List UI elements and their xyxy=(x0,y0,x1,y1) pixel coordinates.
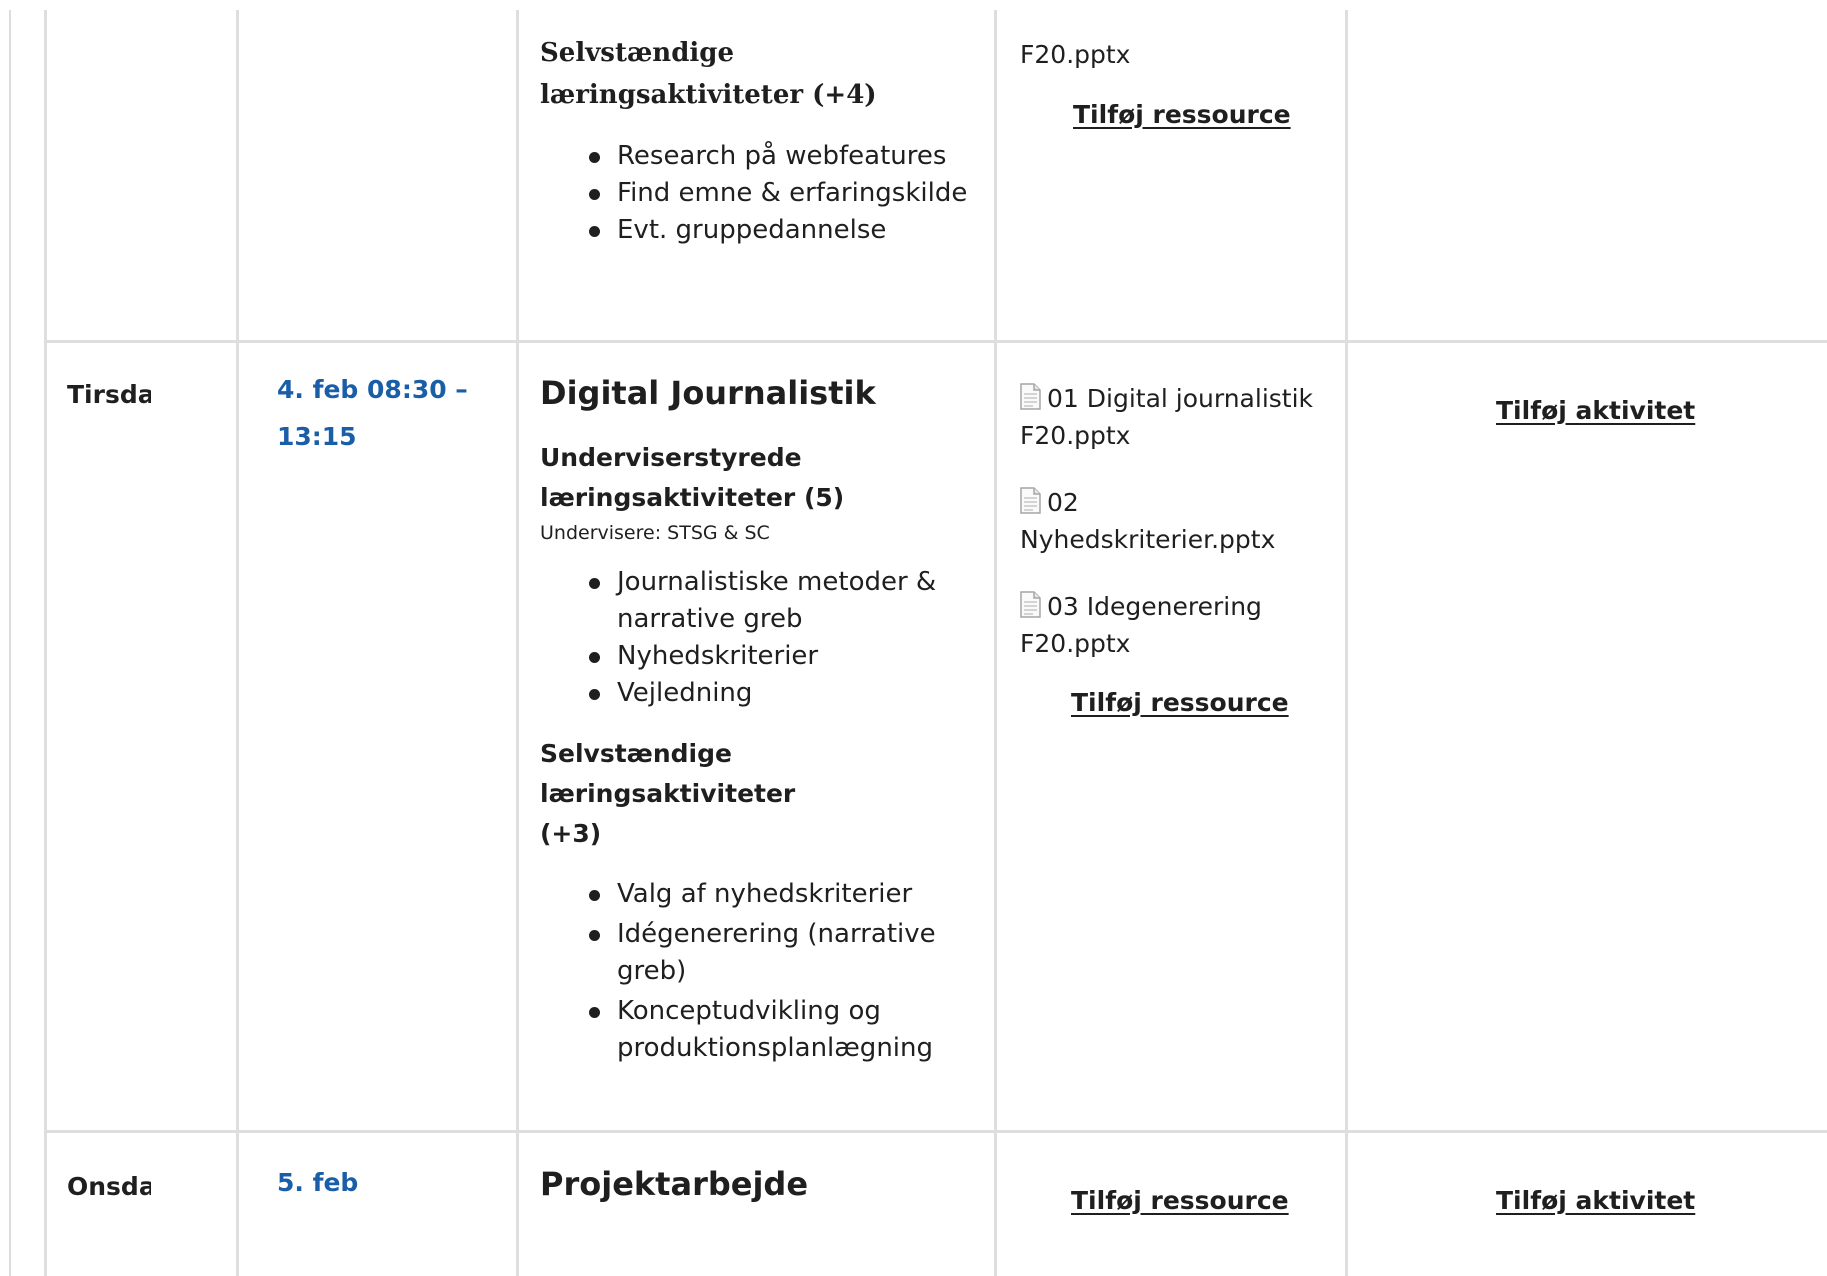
self-study-list: Valg af nyhedskriterier Idégenerering (n… xyxy=(589,876,947,1067)
add-resource-button[interactable]: Tilføj ressource xyxy=(1073,100,1291,129)
resource-filename[interactable]: 03 Idegenerering F20.pptx xyxy=(1020,592,1262,658)
column-divider xyxy=(516,10,519,1276)
subject-title: Digital Journalistik xyxy=(540,374,876,412)
add-resource-button[interactable]: Tilføj ressource xyxy=(1071,1186,1289,1215)
page-left-border xyxy=(9,10,11,1276)
resource-filename[interactable]: 02 Nyhedskriterier.pptx xyxy=(1020,488,1275,554)
document-icon xyxy=(1020,591,1041,618)
row-divider xyxy=(47,340,1827,343)
list-item: Research på webfeatures xyxy=(589,138,970,175)
column-divider xyxy=(236,10,239,1276)
subject-title: Projektarbejde xyxy=(540,1165,809,1203)
row-1-resources-cell: 01 Digital journalistik F20.pptx 02 Nyhe… xyxy=(1020,380,1320,662)
list-item: Konceptudvikling og produktionsplanlægni… xyxy=(589,993,947,1067)
document-icon xyxy=(1020,383,1041,410)
list-item: Journalistiske metoder & narrative greb xyxy=(589,564,957,638)
list-item: Valg af nyhedskriterier xyxy=(589,876,947,913)
column-divider xyxy=(994,10,997,1276)
self-study-list: Research på webfeatures Find emne & erfa… xyxy=(589,138,970,249)
column-divider xyxy=(1345,10,1348,1276)
resource-item[interactable]: 02 Nyhedskriterier.pptx xyxy=(1020,484,1320,558)
add-activity-button[interactable]: Tilføj aktivitet xyxy=(1496,396,1695,425)
teachers-label: Undervisere: STSG & SC xyxy=(540,522,770,544)
day-label: Tirsda xyxy=(67,380,151,409)
row-0-resources-cell: F20.pptx xyxy=(1020,36,1330,73)
list-item: Nyhedskriterier xyxy=(589,638,957,675)
resource-link[interactable]: F20.pptx xyxy=(1020,36,1330,73)
self-study-heading: Selvstændige læringsaktiviteter (+4) xyxy=(540,38,877,110)
date-link[interactable]: 5. feb xyxy=(277,1159,482,1206)
resource-item[interactable]: 01 Digital journalistik F20.pptx xyxy=(1020,380,1320,454)
list-item: Idégenerering (narrative greb) xyxy=(589,916,947,990)
list-item: Find emne & erfaringskilde xyxy=(589,175,970,212)
resource-item[interactable]: 03 Idegenerering F20.pptx xyxy=(1020,588,1320,662)
column-divider xyxy=(44,10,47,1276)
add-activity-button[interactable]: Tilføj aktivitet xyxy=(1496,1186,1695,1215)
list-item: Vejledning xyxy=(589,675,957,712)
row-1-activities-cell: Digital Journalistik Underviserstyrede l… xyxy=(540,374,970,1067)
resource-filename[interactable]: 01 Digital journalistik F20.pptx xyxy=(1020,384,1313,450)
list-item: Evt. gruppedannelse xyxy=(589,212,970,249)
date-link[interactable]: 4. feb 08:30 – 13:15 xyxy=(277,366,482,460)
row-0-activities-cell: Selvstændige læringsaktiviteter (+4) Res… xyxy=(540,32,970,249)
day-label: Onsda xyxy=(67,1172,151,1201)
document-icon xyxy=(1020,487,1041,514)
teacher-led-heading: Underviserstyrede læringsaktiviteter (5) xyxy=(540,443,845,512)
add-resource-button[interactable]: Tilføj ressource xyxy=(1071,688,1289,717)
schedule-table: Selvstændige læringsaktiviteter (+4) Res… xyxy=(0,0,1827,1276)
self-study-heading: Selvstændige læringsaktiviteter (+3) xyxy=(540,739,796,848)
row-divider xyxy=(47,1130,1827,1133)
teacher-led-list: Journalistiske metoder & narrative greb … xyxy=(589,564,957,712)
